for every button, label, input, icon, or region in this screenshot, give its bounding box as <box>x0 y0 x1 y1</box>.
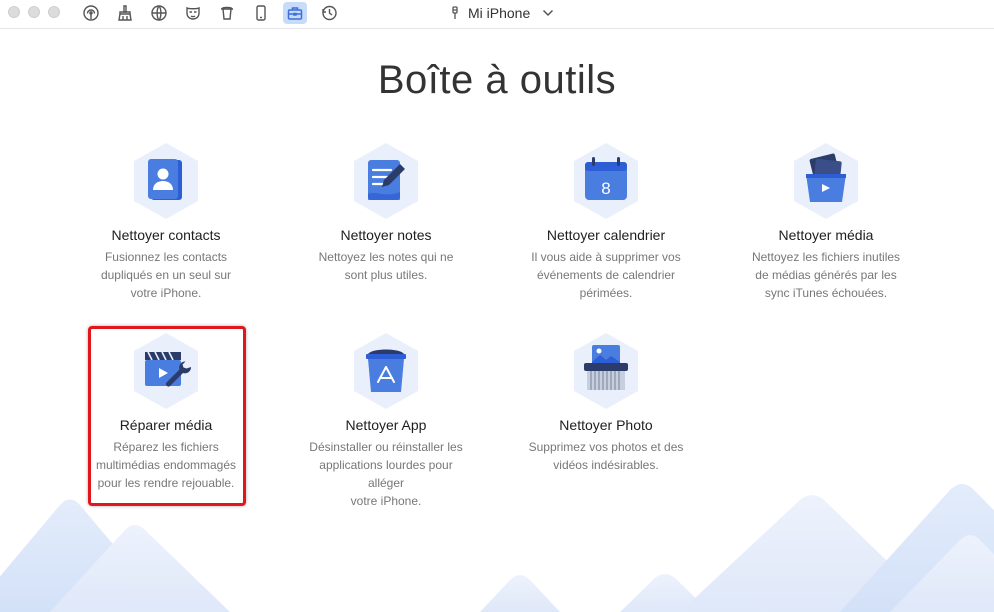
app-store-icon <box>354 333 418 409</box>
calendar-icon: 8 <box>574 143 638 219</box>
device-name: Mi iPhone <box>468 5 531 21</box>
tool-title: Nettoyer notes <box>340 227 432 243</box>
tool-clean-photo[interactable]: Nettoyer Photo Supprimez vos photos et d… <box>516 332 696 474</box>
tool-title: Nettoyer calendrier <box>546 227 666 243</box>
window-zoom-button[interactable] <box>48 6 60 18</box>
tool-description: Nettoyez les fichiers inutiles de médias … <box>751 250 901 300</box>
contacts-icon <box>134 143 198 219</box>
svg-text:8: 8 <box>601 179 610 198</box>
trash-icon[interactable] <box>215 2 239 24</box>
globe-icon[interactable] <box>147 2 171 24</box>
tool-clean-app[interactable]: Nettoyer App Désinstaller ou réinstaller… <box>296 332 476 510</box>
device-selector[interactable]: Mi iPhone <box>450 3 554 23</box>
tool-title: Nettoyer Photo <box>559 417 653 433</box>
history-icon[interactable] <box>317 2 341 24</box>
notes-icon <box>354 143 418 219</box>
tool-repair-media[interactable]: Réparer média Réparez les fichiers multim… <box>76 332 256 492</box>
tool-title: Nettoyer média <box>778 227 874 243</box>
window-close-button[interactable] <box>8 6 20 18</box>
tool-description: Réparez les fichiers multimédias endommag… <box>95 440 237 490</box>
tool-title: Réparer média <box>119 417 213 433</box>
tool-description: Nettoyez les notes qui ne sont plus utile… <box>318 250 454 282</box>
tool-clean-contacts[interactable]: Nettoyer contacts Fusionnez les contacts… <box>76 142 256 302</box>
tool-clean-notes[interactable]: Nettoyer notes Nettoyez les notes qui ne… <box>296 142 476 284</box>
airbackup-icon[interactable] <box>79 2 103 24</box>
privacy-mask-icon[interactable] <box>181 2 205 24</box>
tool-description: Désinstaller ou réinstaller les applicati… <box>309 440 463 508</box>
lightning-cable-icon <box>452 6 458 19</box>
tool-title: Nettoyer contacts <box>111 227 221 243</box>
tool-description: Supprimez vos photos et des vidéos indési… <box>528 440 684 472</box>
tool-clean-calendar[interactable]: 8 Nettoyer calendrier Il vous aide à sup… <box>516 142 696 302</box>
chevron-down-icon <box>543 9 554 17</box>
page-title: Boîte à outils <box>377 58 617 102</box>
cleaner-brush-icon[interactable] <box>113 2 137 24</box>
photo-shredder-icon <box>574 333 638 409</box>
media-icon <box>794 143 858 219</box>
toolbox-icon[interactable] <box>283 2 307 24</box>
repair-media-icon <box>134 333 198 409</box>
tool-description: Fusionnez les contacts dupliqués en un se… <box>100 250 232 300</box>
tool-description: Il vous aide à supprimer vos événements d… <box>531 250 681 300</box>
device-icon[interactable] <box>249 2 273 24</box>
window-minimize-button[interactable] <box>28 6 40 18</box>
toolbar: Mi iPhone <box>0 0 994 29</box>
tool-title: Nettoyer App <box>345 417 427 433</box>
tool-clean-media[interactable]: Nettoyer média Nettoyez les fichiers inu… <box>736 142 916 302</box>
